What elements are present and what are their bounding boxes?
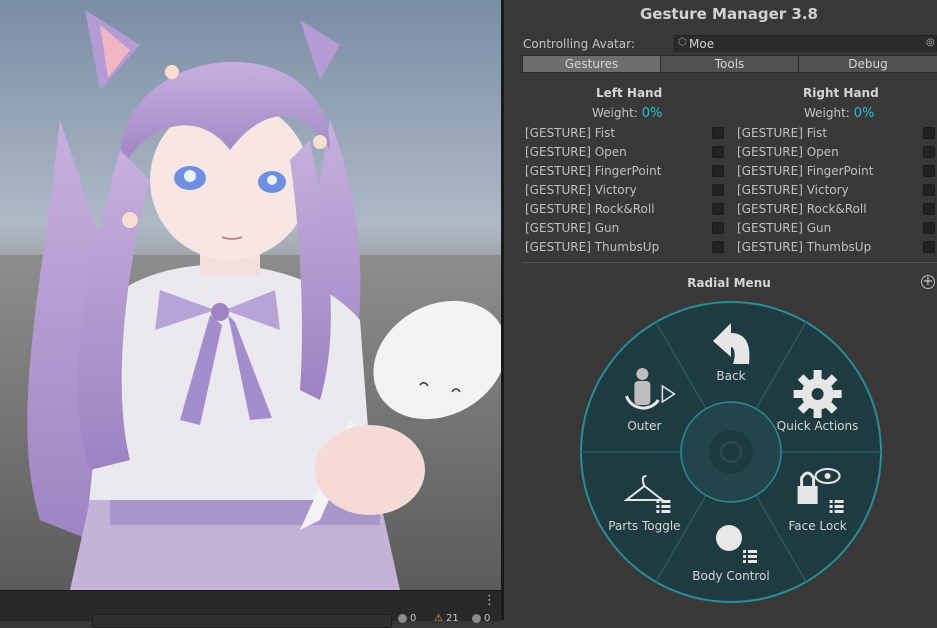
- list-bullet: [743, 550, 746, 553]
- avatar-render: [0, 10, 501, 590]
- warning-icon: ⚠: [434, 613, 443, 624]
- radial-item-parts-toggle[interactable]: Parts Toggle: [589, 519, 699, 533]
- gesture-manager-panel: Gesture Manager 3.8 Controlling Avatar: …: [504, 0, 937, 620]
- list-line: [834, 510, 844, 513]
- list-bullet: [829, 505, 833, 508]
- list-line: [834, 500, 844, 503]
- scene-view[interactable]: [0, 0, 501, 590]
- radial-item-body-control[interactable]: Body Control: [676, 569, 786, 583]
- list-bullet: [656, 500, 660, 503]
- radial-center-inner: [709, 430, 753, 474]
- warning-count[interactable]: ⚠ 21: [434, 613, 459, 624]
- console-search-field[interactable]: [92, 614, 392, 628]
- list-line: [661, 510, 671, 513]
- list-line: [661, 505, 671, 508]
- lock-eye-icon: [797, 486, 818, 504]
- figure-body: [634, 381, 651, 405]
- list-line: [748, 555, 757, 558]
- log-count[interactable]: 0: [398, 613, 416, 624]
- info-icon: [398, 614, 407, 623]
- list-line: [748, 550, 757, 553]
- more-options-icon[interactable]: ⋮: [483, 593, 496, 608]
- radial-item-face-lock[interactable]: Face Lock: [763, 519, 873, 533]
- gear-hole: [811, 388, 824, 400]
- figure-play-icon: [636, 368, 649, 380]
- list-bullet: [743, 555, 746, 558]
- console-bar: ⋮ 0 ⚠ 21 0: [0, 590, 501, 628]
- radial-item-quick-actions[interactable]: Quick Actions: [763, 419, 873, 433]
- list-bullet: [656, 505, 660, 508]
- eye-pupil: [824, 473, 831, 479]
- error-icon: [472, 614, 481, 623]
- list-bullet: [829, 510, 833, 513]
- list-bullet: [743, 560, 746, 563]
- list-line: [834, 505, 844, 508]
- radial-item-back[interactable]: Back: [676, 369, 786, 383]
- list-line: [748, 560, 757, 563]
- list-bullet: [829, 500, 833, 503]
- radial-item-outer[interactable]: Outer: [589, 419, 699, 433]
- sphere-list-icon: [716, 525, 742, 551]
- list-line: [661, 500, 671, 503]
- list-bullet: [656, 510, 660, 513]
- error-count[interactable]: 0: [472, 613, 490, 624]
